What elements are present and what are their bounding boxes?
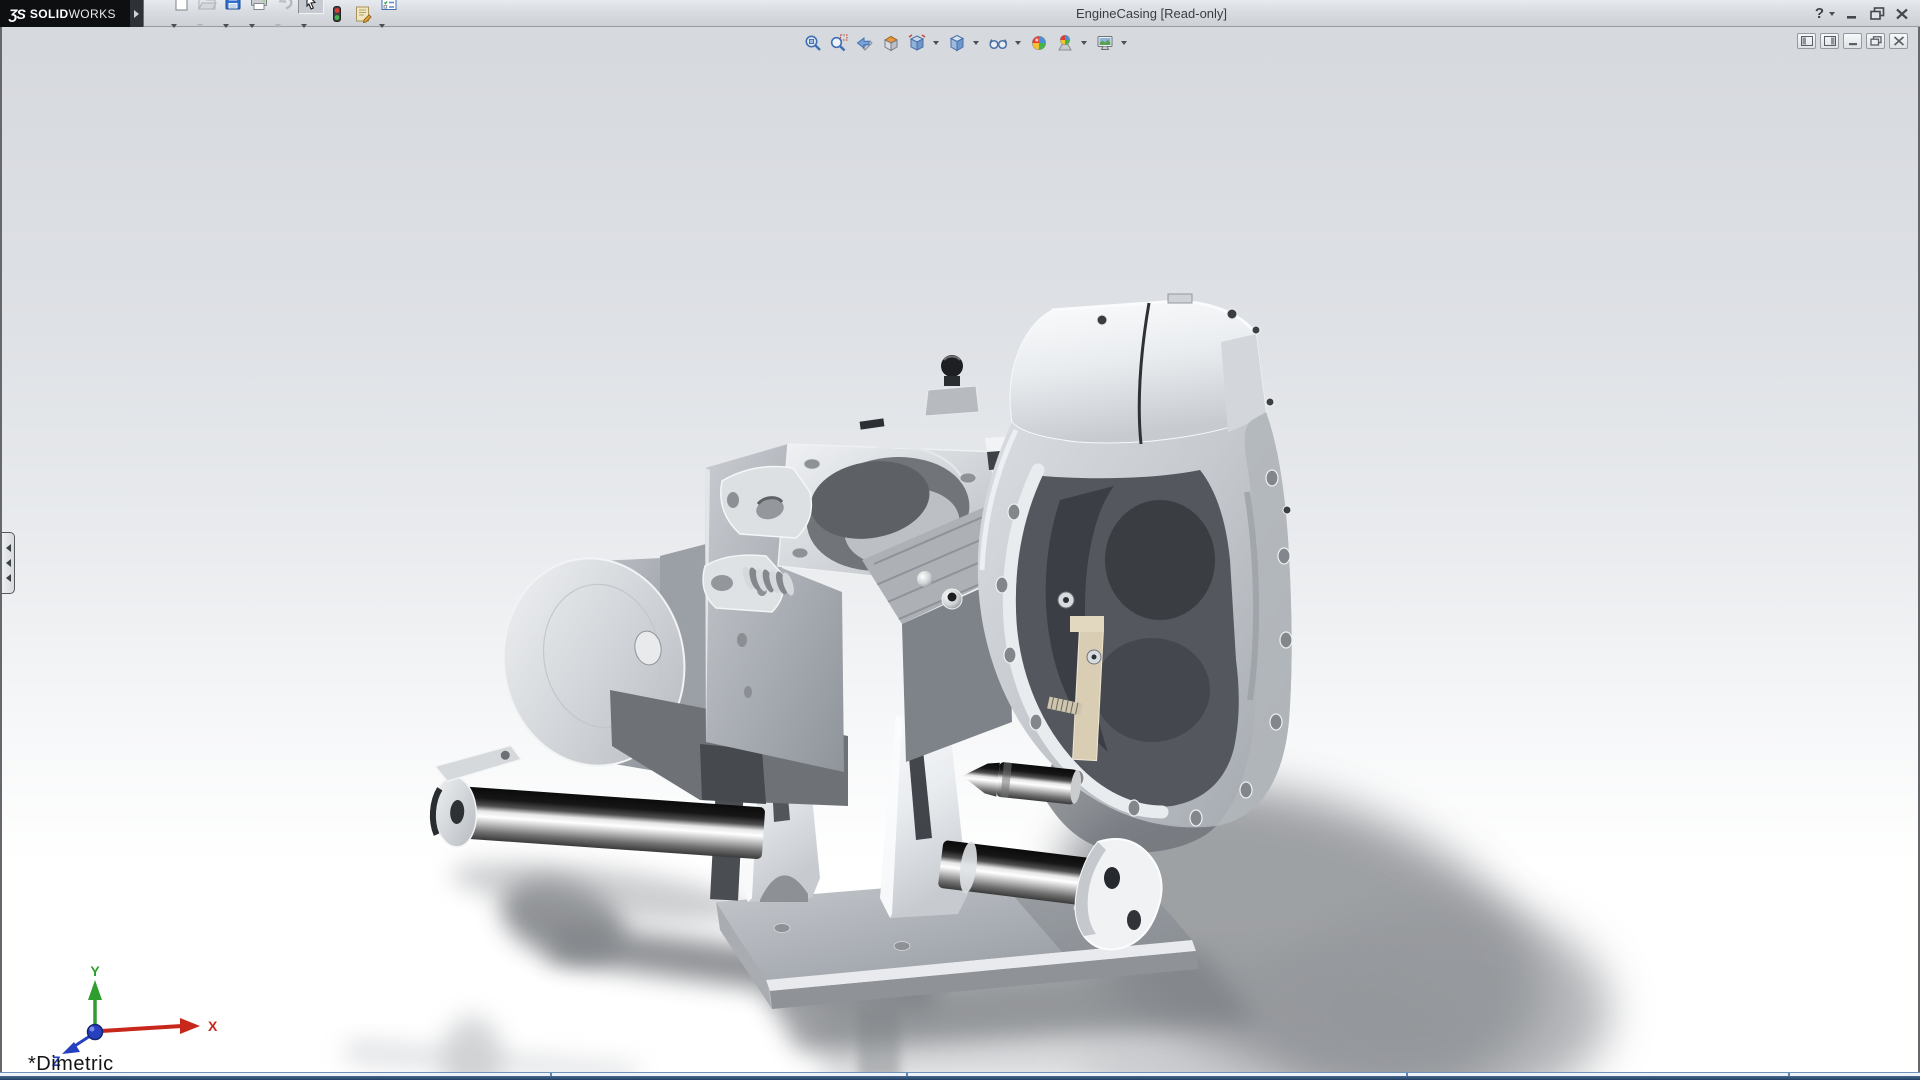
section-view-button[interactable] xyxy=(878,31,904,55)
new-document-icon xyxy=(171,0,191,12)
print-dropdown[interactable] xyxy=(246,14,258,38)
statusbar-bottom-strip xyxy=(0,1076,1920,1080)
select-tool-button[interactable] xyxy=(298,0,324,14)
open-document-dropdown[interactable] xyxy=(194,14,206,38)
apply-scene-dropdown[interactable] xyxy=(1078,31,1090,55)
close-icon xyxy=(1895,8,1909,20)
view-settings-icon xyxy=(1095,33,1115,53)
view-orientation-button[interactable] xyxy=(904,31,930,55)
quick-access-toolbar xyxy=(168,1,402,26)
previous-view-button[interactable] xyxy=(852,31,878,55)
display-style-button[interactable] xyxy=(944,31,970,55)
featuremanager-flyout-tab[interactable] xyxy=(2,532,15,594)
pane-right-icon xyxy=(1824,36,1836,46)
expand-arrow-icon xyxy=(134,10,139,18)
previous-view-icon xyxy=(855,33,875,53)
select-tool-dropdown[interactable] xyxy=(298,14,310,38)
viewport-left-border xyxy=(0,27,2,1072)
engine-casing-model xyxy=(0,0,1920,1080)
rebuild-button[interactable] xyxy=(324,2,350,26)
pane-left-icon xyxy=(1801,36,1813,46)
open-document-button[interactable] xyxy=(194,0,220,14)
display-style-icon xyxy=(947,33,967,53)
options-dropdown[interactable] xyxy=(376,14,388,38)
apply-scene-button[interactable] xyxy=(1052,31,1078,55)
solidworks-logo: ƷS SOLIDWORKS xyxy=(0,0,130,27)
hide-show-items-dropdown[interactable] xyxy=(1012,31,1024,55)
display-style-dropdown[interactable] xyxy=(970,31,982,55)
view-orientation-icon xyxy=(907,33,927,53)
restore-document-button[interactable] xyxy=(1866,33,1885,49)
options-list-icon xyxy=(379,0,399,12)
doc-minimize-icon xyxy=(1847,36,1859,46)
undo-dropdown[interactable] xyxy=(272,14,284,38)
new-document-button[interactable] xyxy=(168,0,194,14)
file-properties-icon xyxy=(353,4,373,24)
hide-show-items-icon xyxy=(987,33,1009,53)
save-button[interactable] xyxy=(220,0,246,14)
undo-button[interactable] xyxy=(272,0,298,14)
view-settings-button[interactable] xyxy=(1092,31,1118,55)
edit-appearance-icon xyxy=(1029,33,1049,53)
close-document-button[interactable] xyxy=(1889,33,1908,49)
statusbar xyxy=(0,1072,1920,1080)
undo-arrow-icon xyxy=(275,0,295,12)
edit-appearance-button[interactable] xyxy=(1026,31,1052,55)
document-window-controls xyxy=(1797,33,1908,49)
zoom-to-area-button[interactable] xyxy=(826,31,852,55)
help-dropdown[interactable] xyxy=(1829,12,1835,16)
titlebar: ƷS SOLIDWORKS xyxy=(0,0,1920,27)
doc-restore-icon xyxy=(1870,36,1882,46)
help-button[interactable]: ? xyxy=(1815,5,1824,22)
apply-scene-icon xyxy=(1055,33,1075,53)
headsup-view-toolbar xyxy=(800,31,1132,55)
options-button[interactable] xyxy=(376,0,402,14)
graphics-area[interactable] xyxy=(0,0,1920,1080)
minimize-document-button[interactable] xyxy=(1843,33,1862,49)
zoom-to-area-icon xyxy=(829,33,849,53)
doc-close-icon xyxy=(1893,36,1905,46)
restore-window-button[interactable] xyxy=(1869,6,1885,22)
print-icon xyxy=(249,0,269,12)
collapse-pane-left-button[interactable] xyxy=(1797,33,1816,49)
rebuild-traffic-light-icon xyxy=(327,4,347,24)
brand-text: SOLIDWORKS xyxy=(30,7,116,21)
minimize-window-button[interactable] xyxy=(1844,6,1860,22)
triad-y-label: Y xyxy=(90,963,100,979)
zoom-to-fit-button[interactable] xyxy=(800,31,826,55)
triad-x-label: X xyxy=(208,1018,218,1034)
collapse-arrow-icon xyxy=(6,544,11,552)
file-properties-button[interactable] xyxy=(350,2,376,26)
collapse-arrow-icon xyxy=(6,574,11,582)
window-controls: ? xyxy=(1815,0,1910,27)
section-view-icon xyxy=(881,33,901,53)
print-button[interactable] xyxy=(246,0,272,14)
restore-icon xyxy=(1870,7,1885,20)
save-floppy-icon xyxy=(223,0,243,12)
minimize-icon xyxy=(1846,8,1859,20)
window-title: EngineCasing [Read-only] xyxy=(1076,6,1227,21)
open-folder-icon xyxy=(197,0,217,12)
select-cursor-icon xyxy=(301,0,321,12)
menu-expand-button[interactable] xyxy=(130,0,144,27)
brand-mark: ƷS xyxy=(9,6,25,22)
collapse-pane-right-button[interactable] xyxy=(1820,33,1839,49)
view-settings-dropdown[interactable] xyxy=(1118,31,1130,55)
hide-show-items-button[interactable] xyxy=(984,31,1012,55)
close-window-button[interactable] xyxy=(1894,6,1910,22)
zoom-to-fit-icon xyxy=(803,33,823,53)
view-orientation-dropdown[interactable] xyxy=(930,31,942,55)
save-dropdown[interactable] xyxy=(220,14,232,38)
collapse-arrow-icon xyxy=(6,559,11,567)
new-document-dropdown[interactable] xyxy=(168,14,180,38)
